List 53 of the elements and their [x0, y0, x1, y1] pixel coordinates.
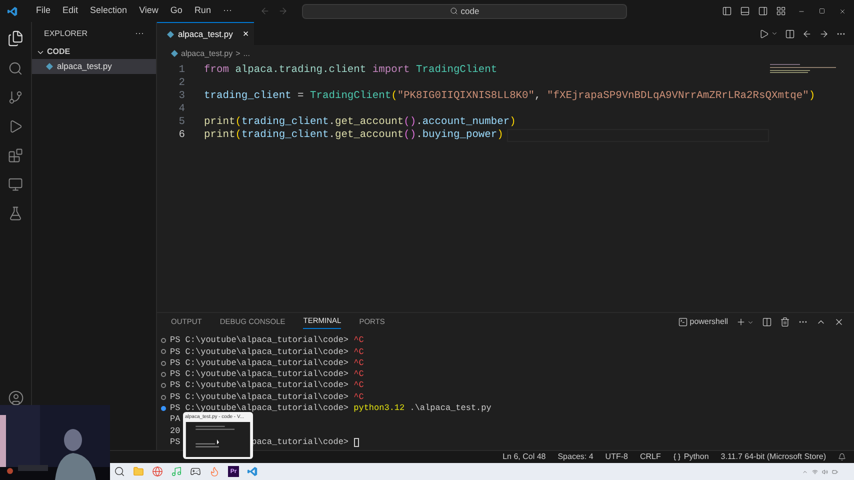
terminal-text: PA: [170, 413, 180, 426]
line-number: 4: [178, 102, 185, 117]
terminal-text: PS C:\youtube\alpaca_tutorial\code>: [170, 346, 349, 358]
search-field[interactable]: code: [302, 4, 627, 18]
code-line: trading_client = TradingClient("PK8IG0IIQIXNIS8LL8K0", "fXEjrapaSP9VnBDLqA9VNrrAmZRrLRa2RsQXmtqe"): [204, 88, 816, 104]
status-item[interactable]: 3.11.7 64-bit (Microsoft Store): [720, 451, 826, 463]
more-actions[interactable]: ···: [135, 26, 144, 40]
status-item[interactable]: Python: [672, 451, 709, 463]
sidebar-title: EXPLORER: [44, 28, 88, 40]
line-number: 3: [178, 88, 185, 104]
terminal-text: PS: [170, 436, 180, 449]
line-number: 5: [178, 114, 185, 130]
status-item[interactable]: CRLF: [640, 451, 661, 463]
terminal-text: ^C: [354, 346, 364, 358]
terminal-text: ^C: [354, 379, 364, 392]
menu-item[interactable]: Selection: [84, 4, 134, 18]
terminal-text: PS C:\youtube\alpaca_tutorial\code>: [170, 390, 349, 404]
menu-item[interactable]: Go: [164, 4, 188, 18]
terminal-text: PS C:\youtube\alpaca_tutorial\code>: [170, 334, 349, 348]
folder-header[interactable]: CODE: [32, 45, 156, 59]
status-item[interactable]: Spaces: 4: [558, 451, 594, 463]
breadcrumb-item[interactable]: >: [236, 48, 240, 60]
tab-close[interactable]: ×: [242, 26, 249, 42]
code-line: from alpaca.trading.client import TradingClient: [204, 62, 498, 78]
line-number: 1: [178, 62, 185, 78]
line-number: 6: [178, 128, 185, 143]
terminal-text: PS C:\youtube\alpaca_tutorial\code>: [170, 368, 349, 380]
terminal-text: 20: [170, 424, 180, 438]
terminal-text: python3.12: [354, 402, 405, 415]
terminal-text: ^C: [354, 356, 364, 370]
menu-item[interactable]: ···: [216, 4, 238, 18]
terminal-name[interactable]: powershell: [690, 316, 728, 328]
terminal-text: paca_tutorial\code>: [252, 436, 349, 449]
terminal-text: PS C:\youtube\alpaca_tutorial\code>: [170, 356, 349, 370]
breadcrumb-item[interactable]: alpaca_test.py: [181, 48, 233, 60]
menu-item[interactable]: Edit: [56, 4, 84, 18]
breadcrumb-item[interactable]: ...: [243, 48, 250, 60]
terminal-text: PS C:\youtube\alpaca_tutorial\code>: [170, 402, 349, 414]
terminal-text: ^C: [354, 368, 364, 381]
menu-item[interactable]: File: [30, 4, 57, 18]
status-item[interactable]: Ln 6, Col 48: [502, 451, 546, 463]
menu-item[interactable]: View: [133, 4, 164, 18]
status-item[interactable]: UTF-8: [605, 451, 628, 463]
terminal-text: PS C:\youtube\alpaca_tutorial\code>: [170, 379, 349, 392]
menu-item[interactable]: Run: [188, 4, 217, 18]
code-line: print(trading_client.get_account().buying_power): [204, 128, 504, 143]
editor-tab[interactable]: alpaca_test.py ×: [157, 22, 254, 45]
explorer-entry[interactable]: alpaca_test.py: [32, 59, 156, 74]
line-number: 2: [178, 76, 185, 91]
terminal-text: ^C: [354, 390, 364, 404]
code-line: print(trading_client.get_account().account_number): [204, 114, 516, 130]
terminal-text: .\alpaca_test.py: [410, 402, 492, 415]
terminal-text: ^C: [354, 334, 364, 348]
